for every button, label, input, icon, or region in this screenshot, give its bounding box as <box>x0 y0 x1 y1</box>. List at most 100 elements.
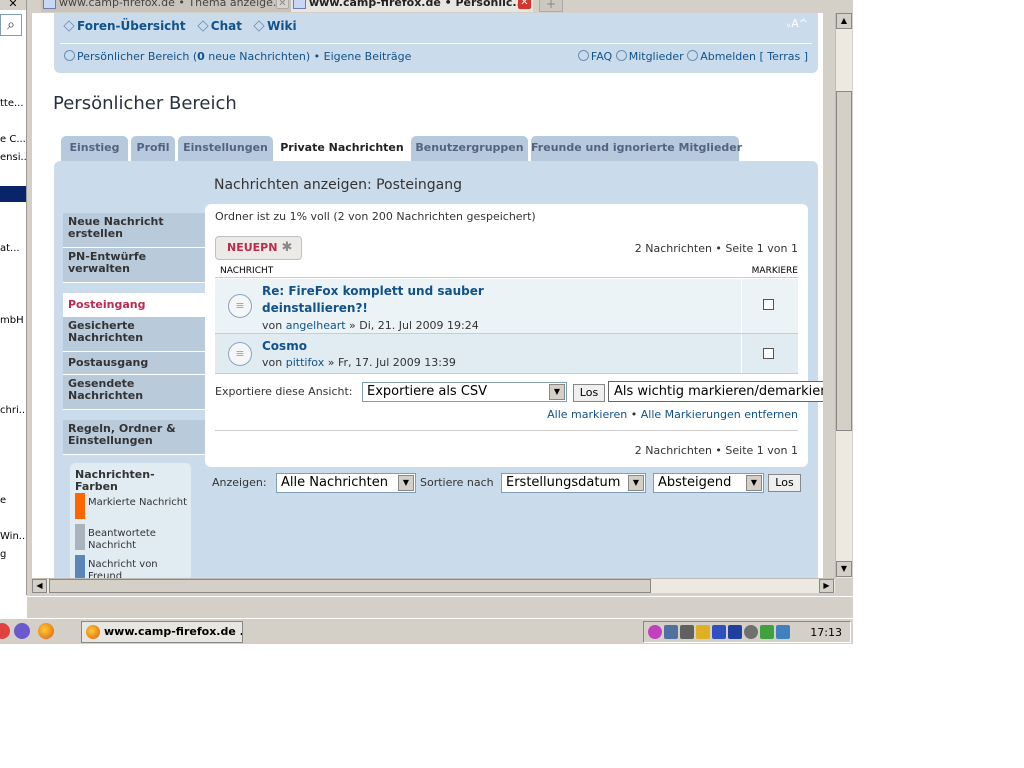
scroll-thumb[interactable] <box>49 579 651 593</box>
sidebar-item-outbox[interactable]: Postausgang <box>63 352 205 375</box>
window-text-fragment: chri... <box>0 405 27 416</box>
message-date: » Fr, 17. Jul 2009 13:39 <box>324 356 456 369</box>
tab-freunde[interactable]: Freunde und ignorierte Mitglieder <box>531 136 742 161</box>
nav-links: Foren-Übersicht Chat Wiki <box>63 19 305 33</box>
close-tab-icon[interactable]: ✕ <box>518 0 531 9</box>
nav-link-chat[interactable]: Chat <box>197 19 242 33</box>
tray-icon[interactable] <box>696 625 710 639</box>
firefox-icon[interactable] <box>38 623 54 639</box>
sidebar-item-inbox[interactable]: Posteingang <box>63 293 205 317</box>
home-icon <box>253 20 265 32</box>
scroll-thumb[interactable] <box>836 91 852 431</box>
browser-window: www.camp-firefox.de • Thema anzeige... ✕… <box>27 0 853 644</box>
own-posts-link[interactable]: Eigene Beiträge <box>324 50 412 63</box>
quicklaunch-icon[interactable] <box>0 623 10 639</box>
selected-row[interactable] <box>0 186 26 202</box>
browser-tab-personal[interactable]: www.camp-firefox.de • Persönlic... ✕ <box>291 0 533 12</box>
filter-go-button[interactable]: Los <box>768 474 801 492</box>
tray-icon[interactable] <box>712 625 726 639</box>
tray-icon[interactable] <box>728 625 742 639</box>
export-selected-value: Exportiere als CSV <box>367 384 488 399</box>
order-select[interactable]: Absteigend ▼ <box>653 473 764 493</box>
pagination-bottom: 2 Nachrichten • Seite 1 von 1 <box>634 444 798 457</box>
horizontal-scrollbar[interactable]: ◀ ▶ <box>32 578 835 593</box>
sidebar-item-saved[interactable]: Gesicherte Nachrichten <box>63 317 205 352</box>
unmark-all-link[interactable]: Alle Markierungen entfernen <box>641 408 798 421</box>
vertical-scrollbar[interactable]: ▲ ▼ <box>835 13 852 578</box>
personal-area-label: Persönlicher Bereich ( <box>77 50 198 63</box>
tray-icon[interactable] <box>760 625 774 639</box>
members-link[interactable]: Mitglieder <box>629 50 684 63</box>
author-link[interactable]: angelheart <box>286 319 346 332</box>
tab-profil[interactable]: Profil <box>131 136 175 161</box>
font-size-toggle[interactable]: ᵥA^ <box>787 17 808 30</box>
show-select[interactable]: Alle Nachrichten ▼ <box>276 473 416 493</box>
mark-checkbox[interactable] <box>763 299 774 310</box>
tray-icon[interactable] <box>680 625 694 639</box>
tray-icon[interactable] <box>664 625 678 639</box>
scroll-down-icon[interactable]: ▼ <box>836 561 852 577</box>
tab-benutzergruppen[interactable]: Benutzergruppen <box>411 136 528 161</box>
new-messages-label: neue Nachrichten) <box>204 50 311 63</box>
export-select[interactable]: Exportiere als CSV ▼ <box>362 382 567 402</box>
message-colors-box: Nachrichten-Farben Markierte Nachricht B… <box>70 463 191 578</box>
sidebar-item-compose[interactable]: Neue Nachricht erstellen <box>63 213 205 248</box>
column-divider <box>741 279 742 333</box>
order-selected-value: Absteigend <box>658 475 732 490</box>
sidebar-item-sent[interactable]: Gesendete Nachrichten <box>63 375 205 410</box>
search-icon[interactable]: ⌕ <box>0 14 22 36</box>
folder-status: Ordner ist zu 1% voll (2 von 200 Nachric… <box>215 210 536 223</box>
tray-icon[interactable] <box>744 625 758 639</box>
browser-tab-label: www.camp-firefox.de • Persönlic... <box>309 0 525 9</box>
new-messages-count: 0 <box>197 50 205 63</box>
logout-link[interactable]: Abmelden [ Terras ] <box>700 50 808 63</box>
nav-link-label: Foren-Übersicht <box>77 19 186 33</box>
message-title-link[interactable]: Re: FireFox komplett und sauber deinstal… <box>262 283 502 317</box>
nav-link-wiki[interactable]: Wiki <box>253 19 297 33</box>
chevron-down-icon: ▼ <box>628 475 644 491</box>
tray-icon[interactable] <box>648 625 662 639</box>
column-headers: NACHRICHT MARKIERE <box>215 264 798 278</box>
members-icon <box>615 50 627 61</box>
tray-icon[interactable] <box>776 625 790 639</box>
browser-tab-topic[interactable]: www.camp-firefox.de • Thema anzeige... ✕ <box>41 0 291 12</box>
tab-private-nachrichten[interactable]: Private Nachrichten <box>276 134 408 161</box>
colors-title: Nachrichten-Farben <box>75 468 155 493</box>
system-tray: 17:13 <box>643 621 851 643</box>
quicklaunch-icon[interactable] <box>14 623 30 639</box>
new-pm-button[interactable]: NEUEPN ✱ <box>215 236 302 260</box>
scroll-up-icon[interactable]: ▲ <box>836 13 852 29</box>
message-list-box: Ordner ist zu 1% voll (2 von 200 Nachric… <box>205 204 823 467</box>
scroll-left-icon[interactable]: ◀ <box>32 579 47 593</box>
table-row: ≡ Re: FireFox komplett und sauber deinst… <box>215 279 798 334</box>
personal-area-link[interactable]: Persönlicher Bereich (0 neue Nachrichten… <box>77 50 310 63</box>
message-read-icon: ≡ <box>228 294 252 318</box>
chevron-down-icon: ▼ <box>549 384 565 400</box>
mark-checkbox[interactable] <box>763 348 774 359</box>
nav-link-forum-index[interactable]: Foren-Übersicht <box>63 19 186 33</box>
taskbar: www.camp-firefox.de ... 17:13 <box>0 618 853 644</box>
close-tab-icon[interactable]: ✕ <box>276 0 289 9</box>
sidebar-item-drafts[interactable]: PN-Entwürfe verwalten <box>63 248 205 283</box>
close-icon[interactable]: ✕ <box>0 0 26 10</box>
new-tab-button[interactable]: + <box>539 0 563 12</box>
faq-link[interactable]: FAQ <box>591 50 612 63</box>
window-text-fragment: ensi... <box>0 152 27 163</box>
sidebar-item-rules[interactable]: Regeln, Ordner & Einstellungen <box>63 420 205 455</box>
tab-einstellungen[interactable]: Einstellungen <box>178 136 273 161</box>
color-label: Markierte Nachricht <box>88 497 188 508</box>
nav-link-label: Wiki <box>267 19 297 33</box>
sort-select[interactable]: Erstellungsdatum ▼ <box>501 473 646 493</box>
show-selected-value: Alle Nachrichten <box>281 475 389 490</box>
message-title-link[interactable]: Cosmo <box>262 338 502 355</box>
mark-all-link[interactable]: Alle markieren <box>547 408 627 421</box>
navbar-divider <box>60 43 812 44</box>
mark-action-select[interactable]: Als wichtig markieren/demarkieren <box>608 381 823 402</box>
tab-einstieg[interactable]: Einstieg <box>61 136 128 161</box>
browser-tab-label: www.camp-firefox.de • Thema anzeige... <box>59 0 284 9</box>
scroll-right-icon[interactable]: ▶ <box>819 579 834 593</box>
export-label: Exportiere diese Ansicht: <box>215 385 353 398</box>
author-link[interactable]: pittifox <box>286 356 325 369</box>
taskbar-window-button[interactable]: www.camp-firefox.de ... <box>81 621 243 643</box>
export-go-button[interactable]: Los <box>573 384 605 402</box>
